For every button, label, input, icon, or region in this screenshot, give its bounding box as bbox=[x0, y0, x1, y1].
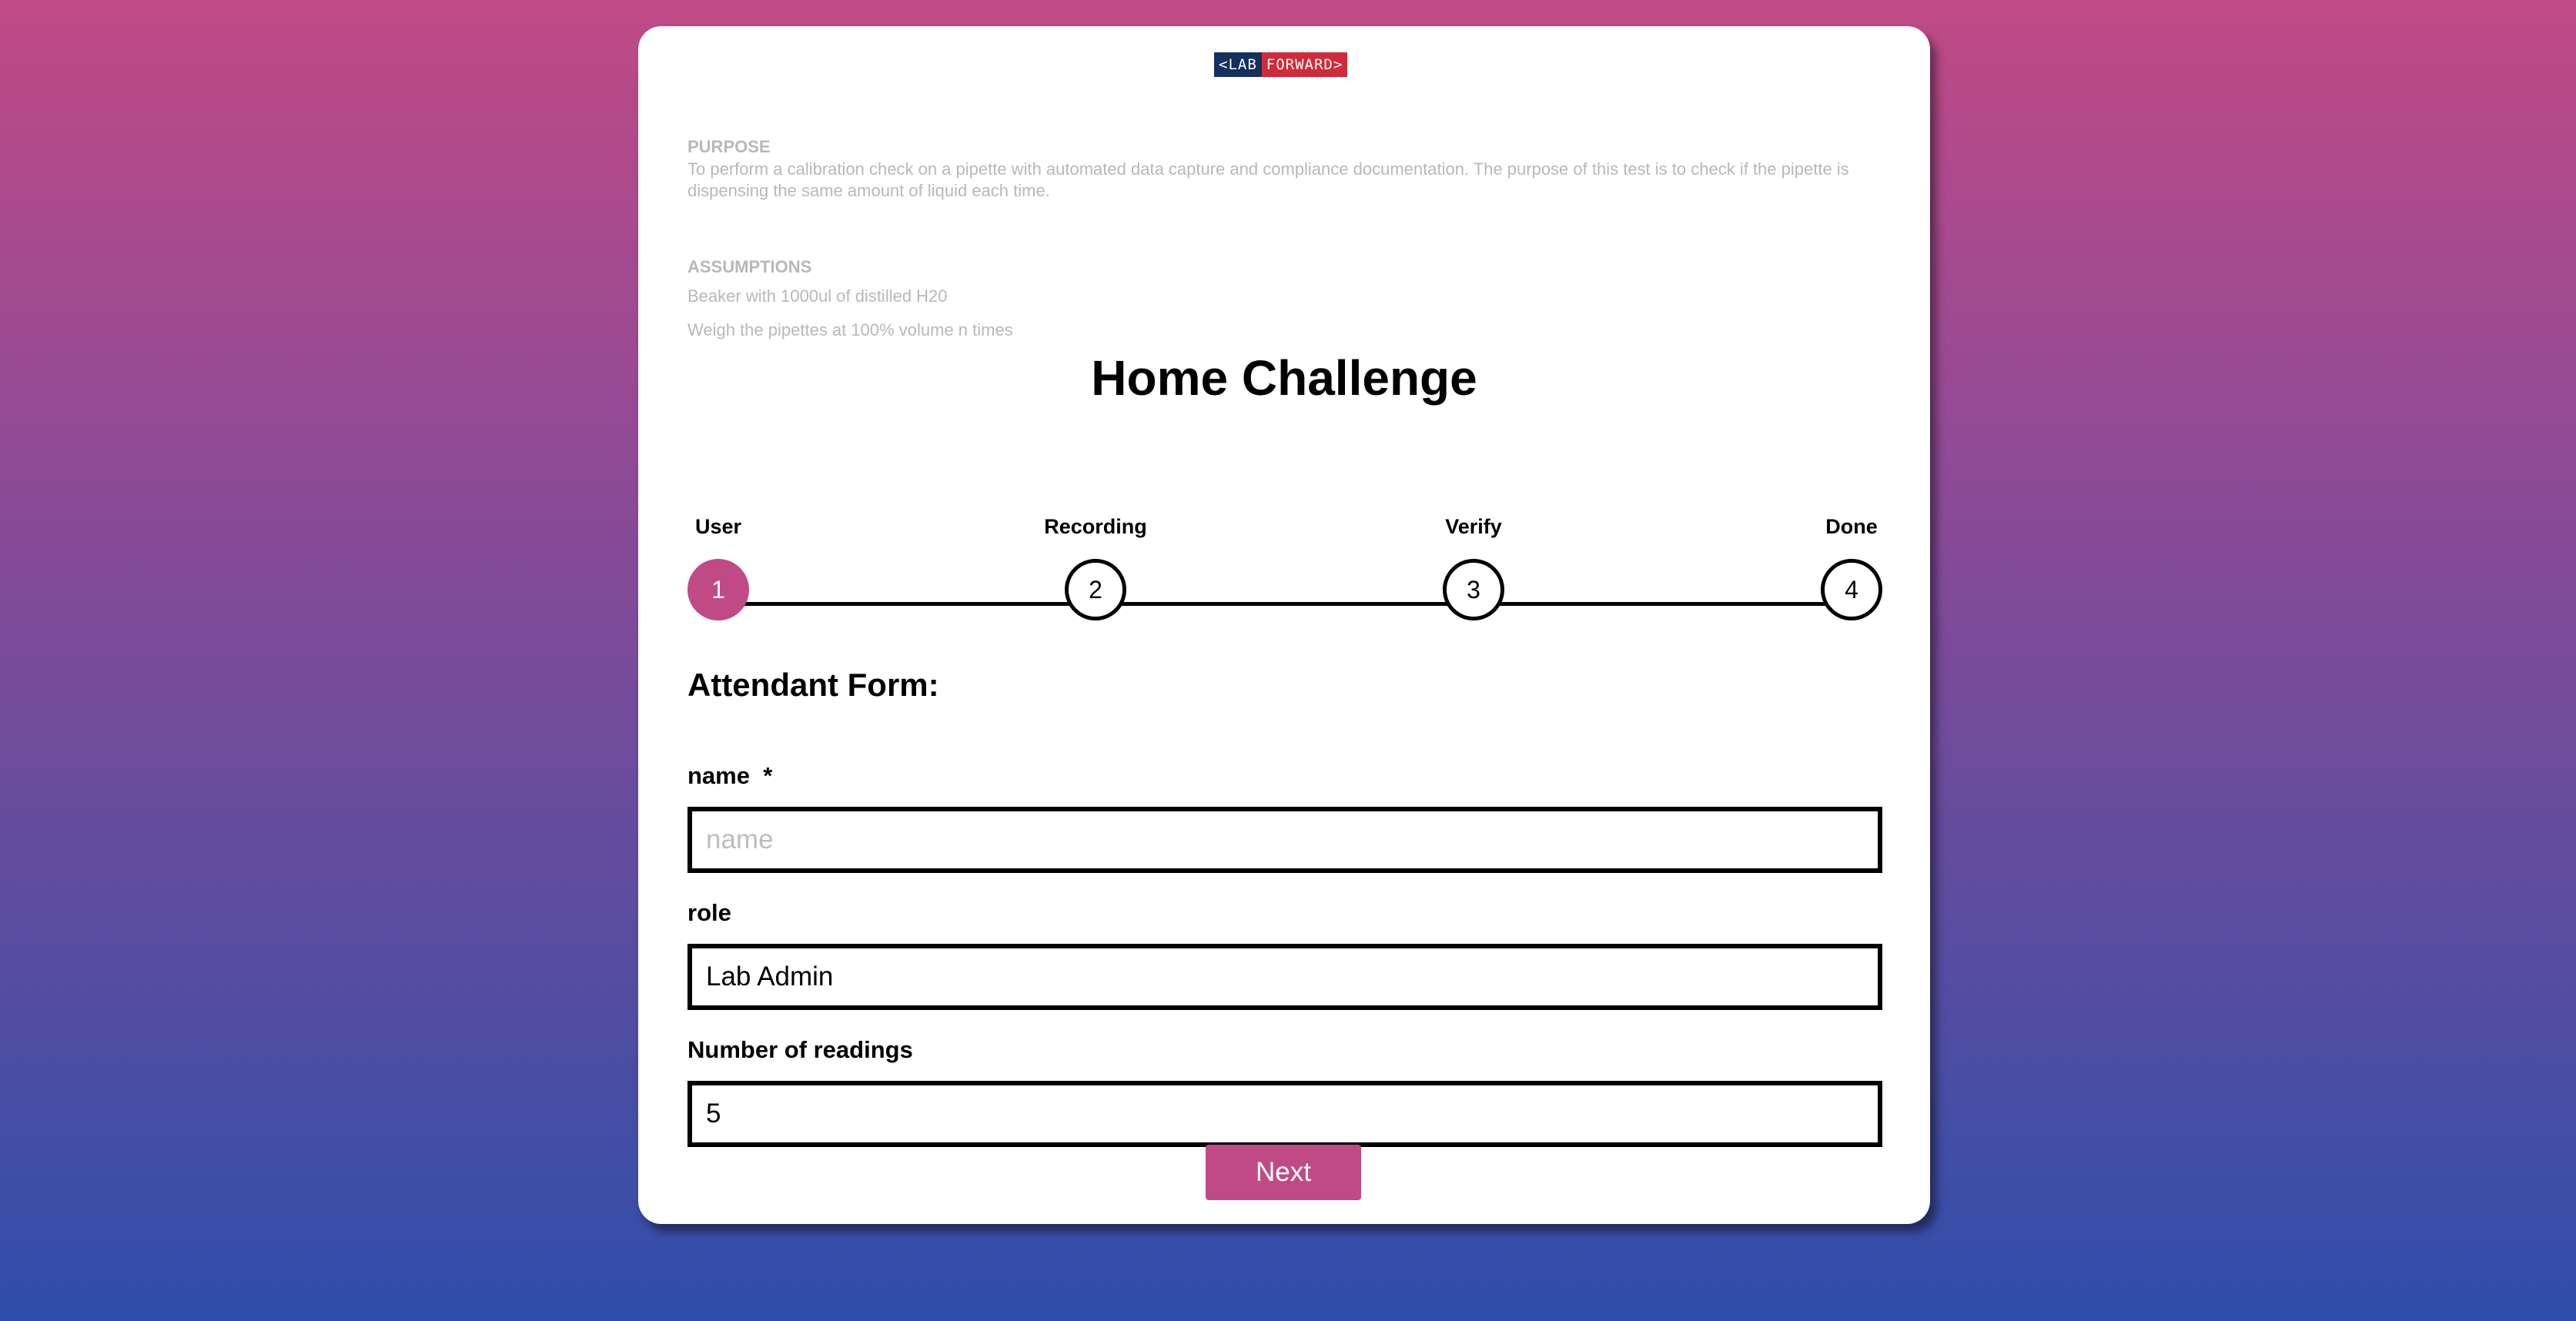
assumption-item: Beaker with 1000ul of distilled H20 bbox=[687, 286, 948, 306]
assumptions-heading: ASSUMPTIONS bbox=[687, 257, 812, 276]
logo-left-part: <LAB bbox=[1214, 52, 1262, 77]
purpose-text: To perform a calibration check on a pipe… bbox=[687, 159, 1849, 200]
assumption-item: Weigh the pipettes at 100% volume n time… bbox=[687, 320, 1013, 339]
step-user[interactable]: User 1 bbox=[649, 510, 788, 620]
name-label: name * bbox=[687, 762, 773, 789]
page-title: Home Challenge bbox=[1091, 350, 1477, 406]
logo-right-part: FORWARD> bbox=[1261, 52, 1348, 77]
step-label: Recording bbox=[1044, 515, 1147, 538]
step-label: Verify bbox=[1445, 515, 1502, 538]
form-title: Attendant Form: bbox=[687, 667, 939, 703]
step-circle[interactable]: 2 bbox=[1065, 559, 1126, 620]
lab-forward-logo: <LAB FORWARD> bbox=[1214, 52, 1348, 77]
step-recording[interactable]: Recording 2 bbox=[1026, 510, 1165, 620]
name-input[interactable] bbox=[687, 807, 1882, 873]
step-done[interactable]: Done 4 bbox=[1782, 510, 1921, 620]
step-circle[interactable]: 4 bbox=[1821, 559, 1882, 620]
purpose-heading: PURPOSE bbox=[687, 137, 771, 156]
role-input[interactable] bbox=[687, 944, 1882, 1010]
next-button[interactable]: Next bbox=[1206, 1145, 1361, 1200]
step-label: Done bbox=[1825, 515, 1878, 538]
role-label: role bbox=[687, 899, 731, 926]
readings-input[interactable] bbox=[687, 1081, 1882, 1147]
main-card: <LAB FORWARD> PURPOSE To perform a calib… bbox=[638, 26, 1930, 1224]
step-verify[interactable]: Verify 3 bbox=[1404, 510, 1543, 620]
readings-label: Number of readings bbox=[687, 1036, 913, 1063]
stepper-line bbox=[718, 602, 1852, 606]
step-circle-active[interactable]: 1 bbox=[687, 559, 749, 620]
step-circle[interactable]: 3 bbox=[1443, 559, 1504, 620]
progress-stepper: User 1 Recording 2 Verify 3 Done 4 bbox=[687, 510, 1882, 633]
step-label: User bbox=[694, 515, 742, 538]
